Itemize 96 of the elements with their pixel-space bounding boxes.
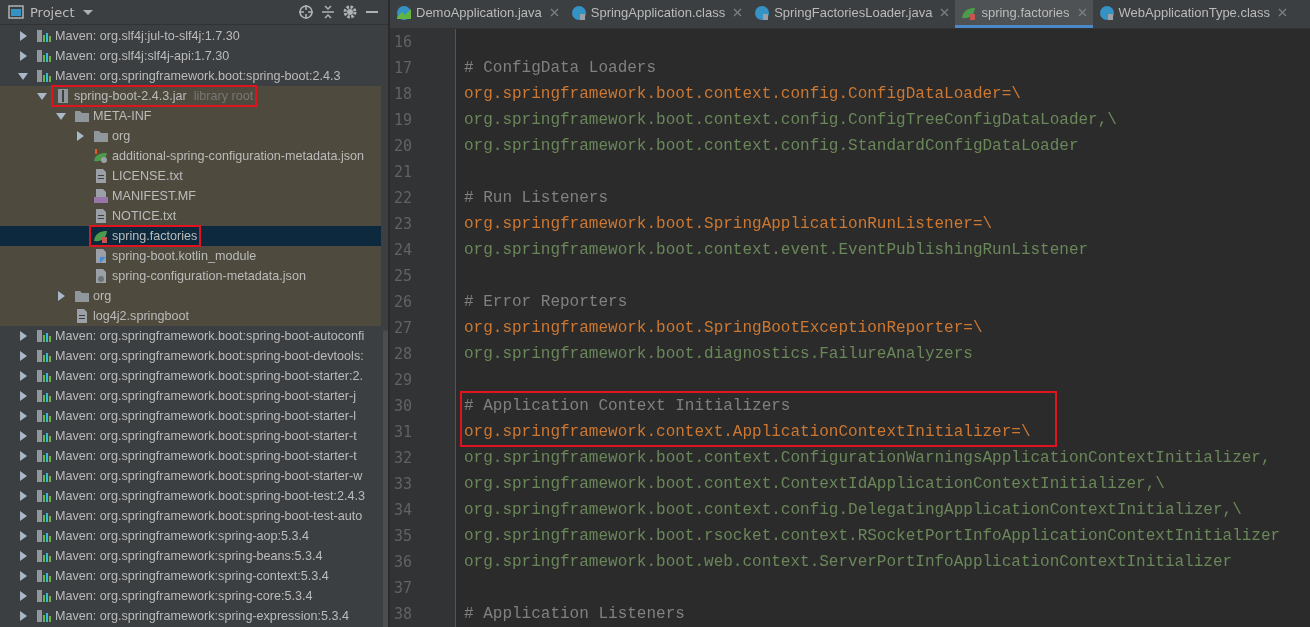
- code-line: org.springframework.context.ApplicationContextInitializer=\: [463, 422, 1031, 443]
- library-icon: [36, 528, 52, 544]
- collapse-all-icon[interactable]: [320, 4, 336, 20]
- file-icon: [93, 208, 109, 224]
- library-icon: [36, 548, 52, 564]
- editor-tab[interactable]: SpringFactoriesLoader.java: [748, 0, 956, 28]
- editor-tab[interactable]: spring.factories: [955, 0, 1093, 28]
- code-comment: # ConfigData Loaders: [463, 58, 658, 79]
- close-icon[interactable]: [1278, 8, 1288, 17]
- folder-icon: [93, 128, 109, 144]
- library-icon: [36, 568, 52, 584]
- tree-row[interactable]: org: [0, 286, 381, 306]
- folder-icon: [74, 108, 90, 124]
- library-icon: [36, 428, 52, 444]
- tree-row[interactable]: Maven: org.springframework.boot:spring-boot-starter-j: [0, 386, 381, 406]
- tree-row[interactable]: additional-spring-configuration-metadata.json: [0, 146, 381, 166]
- library-icon: [36, 48, 52, 64]
- library-icon: [36, 328, 52, 344]
- tree-row[interactable]: Maven: org.springframework.boot:spring-boot-starter-l: [0, 406, 381, 426]
- folder-icon: [74, 288, 90, 304]
- panel-title[interactable]: Project: [30, 4, 75, 20]
- library-icon: [36, 348, 52, 364]
- library-icon: [36, 448, 52, 464]
- tree-row[interactable]: Maven: org.slf4j:jul-to-slf4j:1.7.30: [0, 26, 381, 46]
- tree-row[interactable]: NOTICE.txt: [0, 206, 381, 226]
- leaf-icon: [93, 228, 109, 244]
- file-icon: [93, 168, 109, 184]
- library-icon: [36, 468, 52, 484]
- archive-icon: [55, 88, 71, 104]
- tree-row[interactable]: Maven: org.springframework:spring-core:5.3.4: [0, 586, 381, 606]
- tree-row[interactable]: Maven: org.springframework.boot:spring-boot-autoconfi: [0, 326, 381, 346]
- code-line: org.springframework.boot.context.config.StandardConfigDataLoader: [463, 136, 1080, 157]
- code-line: org.springframework.boot.context.config.DelegatingApplicationContextInitializer,\: [463, 500, 1243, 521]
- tree-row[interactable]: org: [0, 126, 381, 146]
- tree-row[interactable]: spring-boot.kotlin_module: [0, 246, 381, 266]
- code-line: org.springframework.boot.SpringBootExceptionReporter=\: [463, 318, 984, 339]
- editor-tab[interactable]: DemoApplication.java: [390, 0, 565, 28]
- library-icon: [36, 608, 52, 624]
- tree-row[interactable]: Maven: org.springframework.boot:spring-boot-test:2.4.3: [0, 486, 381, 506]
- tree-row[interactable]: Maven: org.springframework.boot:spring-boot-test-auto: [0, 506, 381, 526]
- window-icon: [8, 4, 24, 20]
- code-line: org.springframework.boot.rsocket.context.RSocketPortInfoApplicationContextInitializer: [463, 526, 1281, 547]
- library-icon: [36, 368, 52, 384]
- tree-row[interactable]: log4j2.springboot: [0, 306, 381, 326]
- code-comment: # Application Context Initializers: [463, 396, 792, 417]
- code-comment: # Application Listeners: [463, 604, 686, 625]
- tree-row[interactable]: META-INF: [0, 106, 381, 126]
- enum-icon: [1098, 4, 1115, 21]
- code-line: org.springframework.boot.context.ConfigurationWarningsApplicationContextInitializer,: [463, 448, 1272, 469]
- tree-row[interactable]: spring.factories: [0, 226, 381, 246]
- manifest-file-icon: [93, 188, 109, 204]
- close-icon[interactable]: [549, 8, 559, 17]
- editor-tab[interactable]: SpringApplication.class: [564, 0, 749, 28]
- tree-row[interactable]: Maven: org.springframework.boot:spring-boot-starter:2.: [0, 366, 381, 386]
- close-icon[interactable]: [940, 8, 950, 17]
- library-icon: [36, 28, 52, 44]
- class-icon: [396, 4, 412, 21]
- library-icon: [36, 408, 52, 424]
- tree-row[interactable]: spring-configuration-metadata.json: [0, 266, 381, 286]
- library-icon: [36, 488, 52, 504]
- tree-row[interactable]: Maven: org.springframework.boot:spring-boot-starter-t: [0, 446, 381, 466]
- class-icon: [754, 4, 771, 21]
- file-icon: [93, 268, 109, 284]
- tree-row[interactable]: Maven: org.springframework.boot:spring-boot-starter-t: [0, 426, 381, 446]
- code-line: org.springframework.boot.web.context.ServerPortInfoApplicationContextInitializer: [463, 552, 1234, 573]
- code-line: org.springframework.boot.context.ContextIdApplicationContextInitializer,\: [463, 474, 1166, 495]
- tree-row[interactable]: Maven: org.springframework.boot:spring-boot-devtools:: [0, 346, 381, 366]
- class-icon: [570, 4, 587, 21]
- code-line: org.springframework.boot.context.event.EventPublishingRunListener: [463, 240, 1090, 261]
- code-comment: # Error Reporters: [463, 292, 629, 313]
- code-line: org.springframework.boot.context.config.ConfigTreeConfigDataLoader,\: [463, 110, 1118, 131]
- tree-row[interactable]: Maven: org.springframework:spring-beans:5.3.4: [0, 546, 381, 566]
- file-icon: [74, 308, 90, 324]
- tree-row[interactable]: Maven: org.springframework:spring-expression:5.3.4: [0, 606, 381, 626]
- file-icon: [93, 248, 109, 264]
- tree-row[interactable]: Maven: org.springframework.boot:spring-boot:2.4.3: [0, 66, 381, 86]
- tree-row[interactable]: LICENSE.txt: [0, 166, 381, 186]
- tree-row[interactable]: Maven: org.springframework.boot:spring-boot-starter-w: [0, 466, 381, 486]
- tree-row[interactable]: Maven: org.springframework:spring-aop:5.3.4: [0, 526, 381, 546]
- code-line: org.springframework.boot.context.config.ConfigDataLoader=\: [463, 84, 1022, 105]
- tree-row[interactable]: Maven: org.springframework:spring-context:5.3.4: [0, 566, 381, 586]
- scrollbar[interactable]: [383, 330, 388, 627]
- tree-row[interactable]: MANIFEST.MF: [0, 186, 381, 206]
- code-line: org.springframework.boot.diagnostics.FailureAnalyzers: [463, 344, 974, 365]
- leaf-icon: [93, 148, 109, 164]
- library-icon: [36, 588, 52, 604]
- close-icon[interactable]: [733, 8, 743, 17]
- code-line: org.springframework.boot.SpringApplicationRunListener=\: [463, 214, 994, 235]
- settings-icon[interactable]: [342, 4, 358, 20]
- code-comment: # Run Listeners: [463, 188, 610, 209]
- locate-icon[interactable]: [298, 4, 314, 20]
- editor-tab[interactable]: WebApplicationType.class: [1092, 0, 1294, 28]
- library-icon: [36, 508, 52, 524]
- library-icon: [36, 68, 52, 84]
- library-icon: [36, 388, 52, 404]
- tree-row[interactable]: Maven: org.slf4j:slf4j-api:1.7.30: [0, 46, 381, 66]
